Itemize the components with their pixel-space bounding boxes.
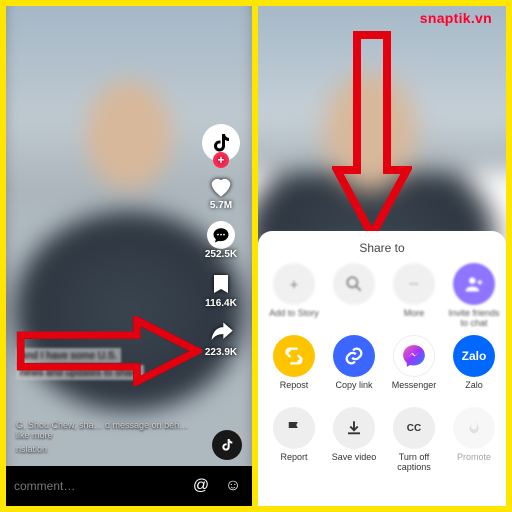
outer-frame bbox=[0, 0, 512, 512]
